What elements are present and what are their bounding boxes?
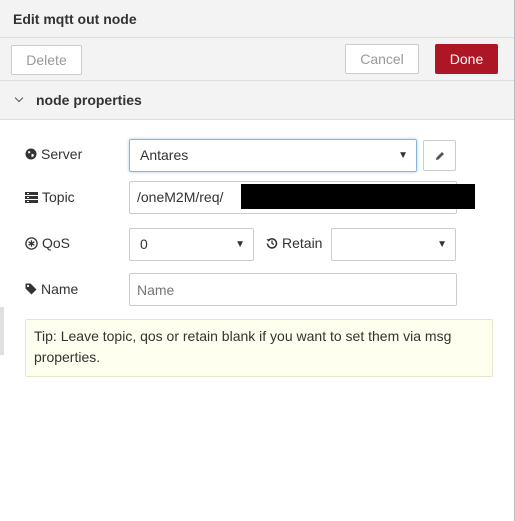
server-value: Antares — [140, 147, 189, 163]
tray-toolbar: Delete Cancel Done — [0, 38, 514, 81]
name-text-input[interactable] — [130, 274, 439, 305]
qos-select[interactable]: 0 ▼ — [129, 228, 254, 261]
retain-label-text: Retain — [282, 235, 323, 251]
section-title: node properties — [36, 92, 142, 108]
delete-button[interactable]: Delete — [11, 45, 82, 75]
topic-label: Topic — [25, 189, 75, 205]
chevron-down-icon: ▼ — [437, 239, 447, 250]
chevron-down-icon: ▼ — [235, 239, 245, 250]
node-properties-section-header[interactable]: node properties — [0, 81, 514, 120]
globe-icon — [25, 148, 37, 160]
tray-header: Edit mqtt out node — [0, 0, 514, 38]
chevron-down-icon: ▼ — [398, 150, 408, 161]
server-label-text: Server — [41, 146, 83, 162]
pencil-icon — [434, 150, 446, 162]
qos-value: 0 — [140, 236, 148, 252]
retain-label: Retain — [266, 235, 322, 251]
dialog-title: Edit mqtt out node — [13, 11, 137, 27]
name-label: Name — [25, 281, 78, 297]
chevron-down-icon — [14, 93, 24, 103]
resize-handle[interactable] — [0, 307, 4, 355]
edit-server-button[interactable] — [423, 140, 456, 171]
topic-value: /oneM2M/req/ — [137, 189, 224, 205]
asterisk-circle-icon — [25, 236, 38, 250]
qos-label: QoS — [25, 235, 70, 251]
server-label: Server — [25, 146, 82, 162]
name-label-text: Name — [41, 281, 79, 297]
qos-label-text: QoS — [42, 235, 71, 251]
name-input[interactable] — [129, 273, 457, 306]
list-icon — [25, 191, 38, 203]
topic-label-text: Topic — [42, 189, 75, 205]
tag-icon — [25, 283, 37, 295]
tip-text: Tip: Leave topic, qos or retain blank if… — [34, 328, 452, 365]
edit-tray: Edit mqtt out node Delete Cancel Done no… — [0, 0, 515, 521]
redacted-block — [241, 184, 475, 209]
retain-select[interactable]: ▼ — [331, 228, 456, 261]
server-select[interactable]: Antares ▼ — [129, 139, 417, 172]
done-button[interactable]: Done — [435, 44, 498, 74]
tip-box: Tip: Leave topic, qos or retain blank if… — [25, 319, 493, 377]
cancel-button[interactable]: Cancel — [345, 44, 419, 74]
history-icon — [266, 237, 278, 249]
